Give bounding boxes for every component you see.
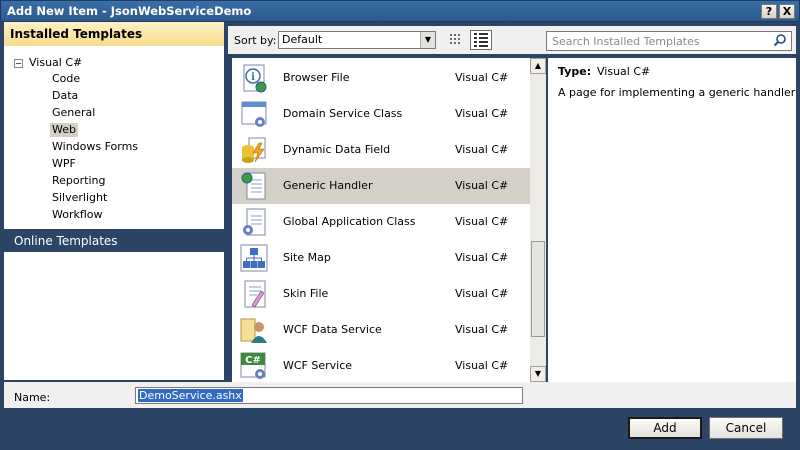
list-item[interactable]: Global Application Class Visual C# xyxy=(232,204,530,240)
skin-file-icon xyxy=(244,280,266,308)
tree-root-visual-csharp[interactable]: − Visual C# xyxy=(14,56,82,69)
item-name: Global Application Class xyxy=(283,215,416,228)
list-item[interactable]: i Browser File Visual C# xyxy=(232,60,530,96)
tree-item-web[interactable]: Web xyxy=(50,123,78,137)
item-name: Domain Service Class xyxy=(283,107,403,120)
item-language: Visual C# xyxy=(455,287,509,300)
search-icon[interactable] xyxy=(773,33,787,47)
tree-item-windows-forms[interactable]: Windows Forms xyxy=(50,140,140,154)
item-name: WCF Service xyxy=(283,359,353,372)
type-label: Type: xyxy=(558,65,592,78)
tree-item-workflow[interactable]: Workflow xyxy=(50,208,105,222)
small-icons-view-icon xyxy=(450,34,460,44)
dynamic-data-icon xyxy=(242,137,266,163)
search-templates-input[interactable]: Search Installed Templates xyxy=(546,31,792,51)
sort-by-dropdown[interactable]: Default ▼ xyxy=(278,31,436,49)
dropdown-arrow-icon[interactable]: ▼ xyxy=(420,32,435,48)
list-item[interactable]: Dynamic Data Field Visual C# xyxy=(232,132,530,168)
tree-item-code[interactable]: Code xyxy=(50,72,82,86)
item-language: Visual C# xyxy=(455,215,509,228)
type-value: Visual C# xyxy=(597,65,651,78)
tree-item-silverlight[interactable]: Silverlight xyxy=(50,191,109,205)
name-field-value: DemoService.ashx xyxy=(138,389,243,402)
site-map-icon xyxy=(240,244,268,272)
global-app-icon xyxy=(243,208,266,236)
list-view-button[interactable] xyxy=(470,30,492,50)
item-language: Visual C# xyxy=(455,251,509,264)
scroll-thumb[interactable] xyxy=(531,241,545,337)
item-language: Visual C# xyxy=(455,179,509,192)
name-field[interactable]: DemoService.ashx xyxy=(135,387,523,404)
wcf-data-service-icon xyxy=(240,318,267,343)
svg-text:C#: C# xyxy=(245,355,261,366)
item-language: Visual C# xyxy=(455,71,509,84)
item-language: Visual C# xyxy=(455,359,509,372)
item-name: Site Map xyxy=(283,251,331,264)
item-language: Visual C# xyxy=(455,323,509,336)
online-templates-header[interactable]: Online Templates xyxy=(4,229,224,252)
name-label: Name: xyxy=(14,391,51,404)
tree-item-data[interactable]: Data xyxy=(50,89,80,103)
list-item[interactable]: WCF Data Service Visual C# xyxy=(232,312,530,348)
name-row: Name: DemoService.ashx xyxy=(4,382,796,408)
sort-by-value: Default xyxy=(282,33,323,46)
close-button[interactable]: X xyxy=(779,4,795,19)
tree-item-wpf[interactable]: WPF xyxy=(50,157,78,171)
list-view-icon xyxy=(474,33,488,47)
collapse-toggle-icon[interactable]: − xyxy=(14,59,23,68)
browser-file-icon: i xyxy=(243,64,267,93)
window-title: Add New Item - JsonWebServiceDemo xyxy=(7,4,252,18)
item-name: Generic Handler xyxy=(283,179,373,192)
list-scrollbar[interactable]: ▲ ▼ xyxy=(530,58,546,382)
installed-templates-header[interactable]: Installed Templates xyxy=(4,22,224,46)
item-name: WCF Data Service xyxy=(283,323,382,336)
list-item[interactable]: Domain Service Class Visual C# xyxy=(232,96,530,132)
scroll-down-arrow-icon[interactable]: ▼ xyxy=(530,366,546,382)
tree-item-general[interactable]: General xyxy=(50,106,97,120)
scroll-up-arrow-icon[interactable]: ▲ xyxy=(530,58,546,74)
item-name: Dynamic Data Field xyxy=(283,143,391,156)
item-name: Skin File xyxy=(283,287,329,300)
tree-root-label: Visual C# xyxy=(29,56,83,69)
list-item[interactable]: Skin File Visual C# xyxy=(232,276,530,312)
template-description: A page for implementing a generic handle… xyxy=(558,86,796,99)
item-language: Visual C# xyxy=(455,143,509,156)
wcf-service-icon: C# xyxy=(240,352,266,379)
item-language: Visual C# xyxy=(455,107,509,120)
list-item[interactable]: C# WCF Service Visual C# xyxy=(232,348,530,382)
list-item-selected[interactable]: Generic Handler Visual C# xyxy=(232,168,530,204)
generic-handler-icon xyxy=(241,172,266,200)
list-item[interactable]: Site Map Visual C# xyxy=(232,240,530,276)
template-tree-panel: Installed Templates xyxy=(4,22,224,380)
small-icons-view-button[interactable] xyxy=(444,30,466,50)
help-button[interactable]: ? xyxy=(761,4,777,19)
template-list: i Browser File Visual C# Domain Service … xyxy=(232,58,530,382)
cancel-button[interactable]: Cancel xyxy=(709,417,783,439)
toolbar: Sort by: Default ▼ Search Installed Temp… xyxy=(228,26,796,54)
template-details-panel: Type: Visual C# A page for implementing … xyxy=(548,58,796,382)
title-bar: Add New Item - JsonWebServiceDemo ? X xyxy=(0,0,800,22)
add-button[interactable]: Add xyxy=(628,417,702,439)
item-name: Browser File xyxy=(283,71,350,84)
sort-by-label: Sort by: xyxy=(234,34,277,47)
tree-item-reporting[interactable]: Reporting xyxy=(50,174,107,188)
svg-text:i: i xyxy=(251,72,255,83)
search-placeholder: Search Installed Templates xyxy=(552,35,700,48)
domain-service-icon xyxy=(241,101,267,127)
